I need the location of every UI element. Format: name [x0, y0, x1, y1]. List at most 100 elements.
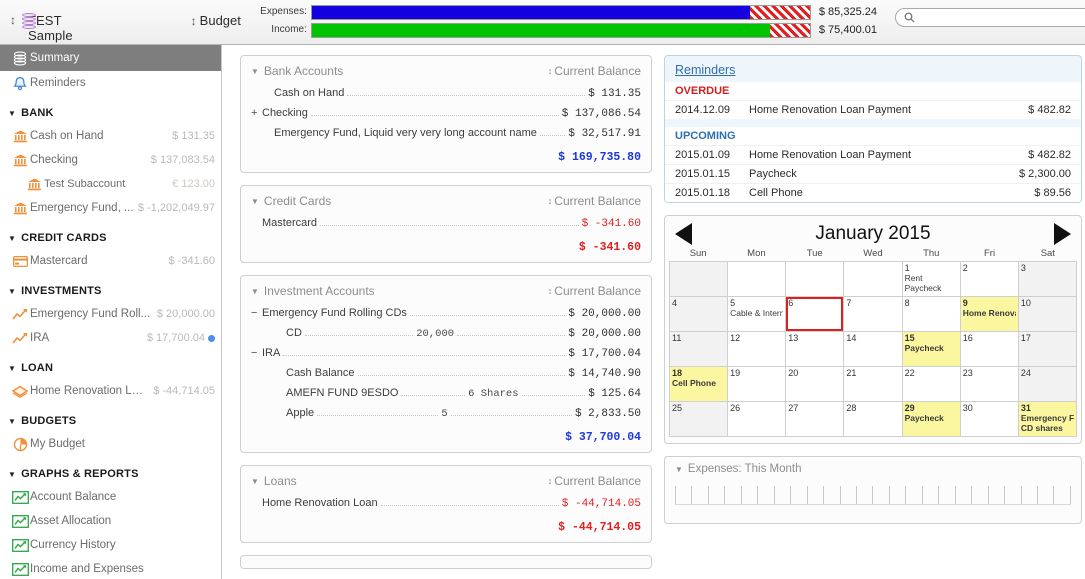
- sidebar-item-asset-allocation[interactable]: Asset Allocation: [0, 509, 221, 533]
- collapse-icon[interactable]: −: [251, 347, 262, 359]
- calendar-day-cell[interactable]: 24: [1018, 367, 1077, 402]
- triangle-down-icon[interactable]: ▼: [251, 67, 259, 76]
- sidebar-item-mastercard[interactable]: Mastercard $ -341.60: [0, 249, 221, 273]
- calendar-day-cell[interactable]: 1 Rent Paycheck: [902, 262, 961, 297]
- calendar-event[interactable]: Cable & Intern: [730, 308, 783, 318]
- calendar-event[interactable]: Paycheck: [905, 283, 958, 293]
- reminder-row[interactable]: 2014.12.09 Home Renovation Loan Payment $ …: [665, 100, 1081, 119]
- calendar-day-cell[interactable]: 5 Cable & Intern: [728, 297, 787, 332]
- sidebar-group-budgets[interactable]: ▼ BUDGETS: [0, 410, 221, 432]
- calendar-event[interactable]: Cell Phone: [672, 378, 725, 388]
- sidebar-item-income-and-expenses[interactable]: Income and Expenses: [0, 557, 221, 579]
- reminder-row[interactable]: 2015.01.18 Cell Phone $ 89.56: [665, 183, 1081, 202]
- triangle-down-icon[interactable]: ▼: [8, 109, 16, 118]
- triangle-down-icon[interactable]: ▼: [251, 287, 259, 296]
- triangle-down-icon[interactable]: ▼: [8, 470, 16, 479]
- calendar-day-cell[interactable]: 6: [786, 297, 845, 332]
- sidebar-item-checking[interactable]: Checking $ 137,083.54: [0, 148, 221, 172]
- calendar-day-cell[interactable]: 3: [1018, 262, 1077, 297]
- sidebar-item-cash-on-hand[interactable]: Cash on Hand $ 131.35: [0, 124, 221, 148]
- triangle-down-icon[interactable]: ▼: [675, 465, 683, 474]
- sidebar-item-currency-history[interactable]: Currency History: [0, 533, 221, 557]
- triangle-down-icon[interactable]: ▼: [8, 287, 16, 296]
- calendar-event[interactable]: Emergency Fu: [1021, 413, 1074, 423]
- budget-label[interactable]: Budget: [200, 13, 241, 28]
- account-row[interactable]: + Checking $ 137,086.54: [251, 107, 641, 127]
- account-row[interactable]: Cash Balance $ 14,740.90: [251, 367, 641, 387]
- triangle-down-icon[interactable]: ▼: [8, 234, 16, 243]
- credit-column-header[interactable]: Current Balance: [554, 194, 641, 208]
- account-row[interactable]: Emergency Fund, Liquid very very long ac…: [251, 127, 641, 147]
- calendar-day-cell[interactable]: 14: [844, 332, 903, 367]
- calendar-day-cell[interactable]: 15 Paycheck: [902, 332, 961, 367]
- calendar-day-cell[interactable]: 17: [1018, 332, 1077, 367]
- calendar-day-cell[interactable]: 7: [844, 297, 903, 332]
- account-row[interactable]: − IRA $ 17,700.04: [251, 347, 641, 367]
- sidebar-item-reminders[interactable]: Reminders: [0, 71, 221, 95]
- collapse-icon[interactable]: −: [251, 307, 262, 319]
- calendar-event[interactable]: CD shares: [1021, 423, 1074, 433]
- calendar-day-cell[interactable]: 4: [670, 297, 729, 332]
- sidebar-group-bank[interactable]: ▼ BANK: [0, 102, 221, 124]
- triangle-down-icon[interactable]: ▼: [251, 197, 259, 206]
- calendar-day-cell[interactable]: 26: [728, 402, 787, 437]
- account-row[interactable]: Mastercard $ -341.60: [251, 217, 641, 237]
- sort-icon[interactable]: ↕: [548, 66, 553, 76]
- sidebar-group-loan[interactable]: ▼ LOAN: [0, 357, 221, 379]
- calendar-event[interactable]: Paycheck: [905, 343, 958, 353]
- sidebar-group-investments[interactable]: ▼ INVESTMENTS: [0, 280, 221, 302]
- triangle-down-icon[interactable]: ▼: [8, 364, 16, 373]
- calendar-day-cell[interactable]: [670, 262, 729, 297]
- account-row[interactable]: Cash on Hand $ 131.35: [251, 87, 641, 107]
- sidebar-group-credit-cards[interactable]: ▼ CREDIT CARDS: [0, 227, 221, 249]
- calendar-day-cell[interactable]: 23: [960, 367, 1019, 402]
- triangle-right-icon[interactable]: [1054, 223, 1071, 245]
- sort-icon[interactable]: ↕: [548, 196, 553, 206]
- calendar-day-cell[interactable]: 21: [844, 367, 903, 402]
- calendar-day-cell[interactable]: 13: [786, 332, 845, 367]
- loans-column-header[interactable]: Current Balance: [554, 474, 641, 488]
- calendar-event[interactable]: Home Renova: [963, 308, 1016, 318]
- calendar-day-cell[interactable]: 9 Home Renova: [960, 297, 1019, 332]
- calendar-day-cell[interactable]: 31 Emergency Fu CD shares: [1018, 402, 1077, 437]
- search-input[interactable]: [915, 10, 1085, 25]
- calendar-day-cell[interactable]: 25: [670, 402, 729, 437]
- calendar-day-cell[interactable]: [786, 262, 845, 297]
- calendar-day-cell[interactable]: 10: [1018, 297, 1077, 332]
- sidebar-item-ira[interactable]: IRA $ 17,700.04: [0, 326, 221, 350]
- calendar-day-cell[interactable]: 19: [728, 367, 787, 402]
- triangle-down-icon[interactable]: ▼: [8, 417, 16, 426]
- sort-icon[interactable]: ↕: [548, 476, 553, 486]
- calendar-day-cell[interactable]: 18 Cell Phone: [670, 367, 729, 402]
- account-row[interactable]: Apple 5 $ 2,833.50: [251, 407, 641, 427]
- calendar-day-cell[interactable]: 30: [960, 402, 1019, 437]
- calendar-event[interactable]: Paycheck: [905, 413, 958, 423]
- sidebar-item-account-balance[interactable]: Account Balance: [0, 485, 221, 509]
- sidebar-item-emergency-fund-roll[interactable]: Emergency Fund Roll... $ 20,000.00: [0, 302, 221, 326]
- reminders-title[interactable]: Reminders: [665, 56, 1081, 82]
- expand-icon[interactable]: +: [251, 107, 262, 119]
- calendar-day-cell[interactable]: 20: [786, 367, 845, 402]
- account-row[interactable]: Home Renovation Loan $ -44,714.05: [251, 497, 641, 517]
- search-container[interactable]: [895, 8, 1085, 27]
- sort-icon[interactable]: ↕: [548, 286, 553, 296]
- calendar-day-cell[interactable]: 2: [960, 262, 1019, 297]
- account-row[interactable]: AMEFN FUND 9ESDO 6 Shares $ 125.64: [251, 387, 641, 407]
- sidebar-group-graphs-reports[interactable]: ▼ GRAPHS & REPORTS: [0, 463, 221, 485]
- calendar-day-cell[interactable]: [728, 262, 787, 297]
- calendar-day-cell[interactable]: 16: [960, 332, 1019, 367]
- sidebar-item-test-subaccount[interactable]: Test Subaccount € 123.00: [0, 172, 221, 196]
- calendar-event[interactable]: Rent: [905, 273, 958, 283]
- calendar-day-cell[interactable]: 11: [670, 332, 729, 367]
- investments-column-header[interactable]: Current Balance: [554, 284, 641, 298]
- reminder-row[interactable]: 2015.01.09 Home Renovation Loan Payment $ …: [665, 145, 1081, 164]
- calendar-day-cell[interactable]: [844, 262, 903, 297]
- account-row[interactable]: − Emergency Fund Rolling CDs $ 20,000.00: [251, 307, 641, 327]
- calendar-day-cell[interactable]: 29 Paycheck: [902, 402, 961, 437]
- calendar-day-cell[interactable]: 22: [902, 367, 961, 402]
- triangle-left-icon[interactable]: [675, 223, 692, 245]
- calendar-day-cell[interactable]: 8: [902, 297, 961, 332]
- budget-sort-icon[interactable]: ↕: [191, 14, 197, 28]
- sidebar-item-emergency-fund[interactable]: Emergency Fund, ... $ -1,202,049.97: [0, 196, 221, 220]
- reminder-row[interactable]: 2015.01.15 Paycheck $ 2,300.00: [665, 164, 1081, 183]
